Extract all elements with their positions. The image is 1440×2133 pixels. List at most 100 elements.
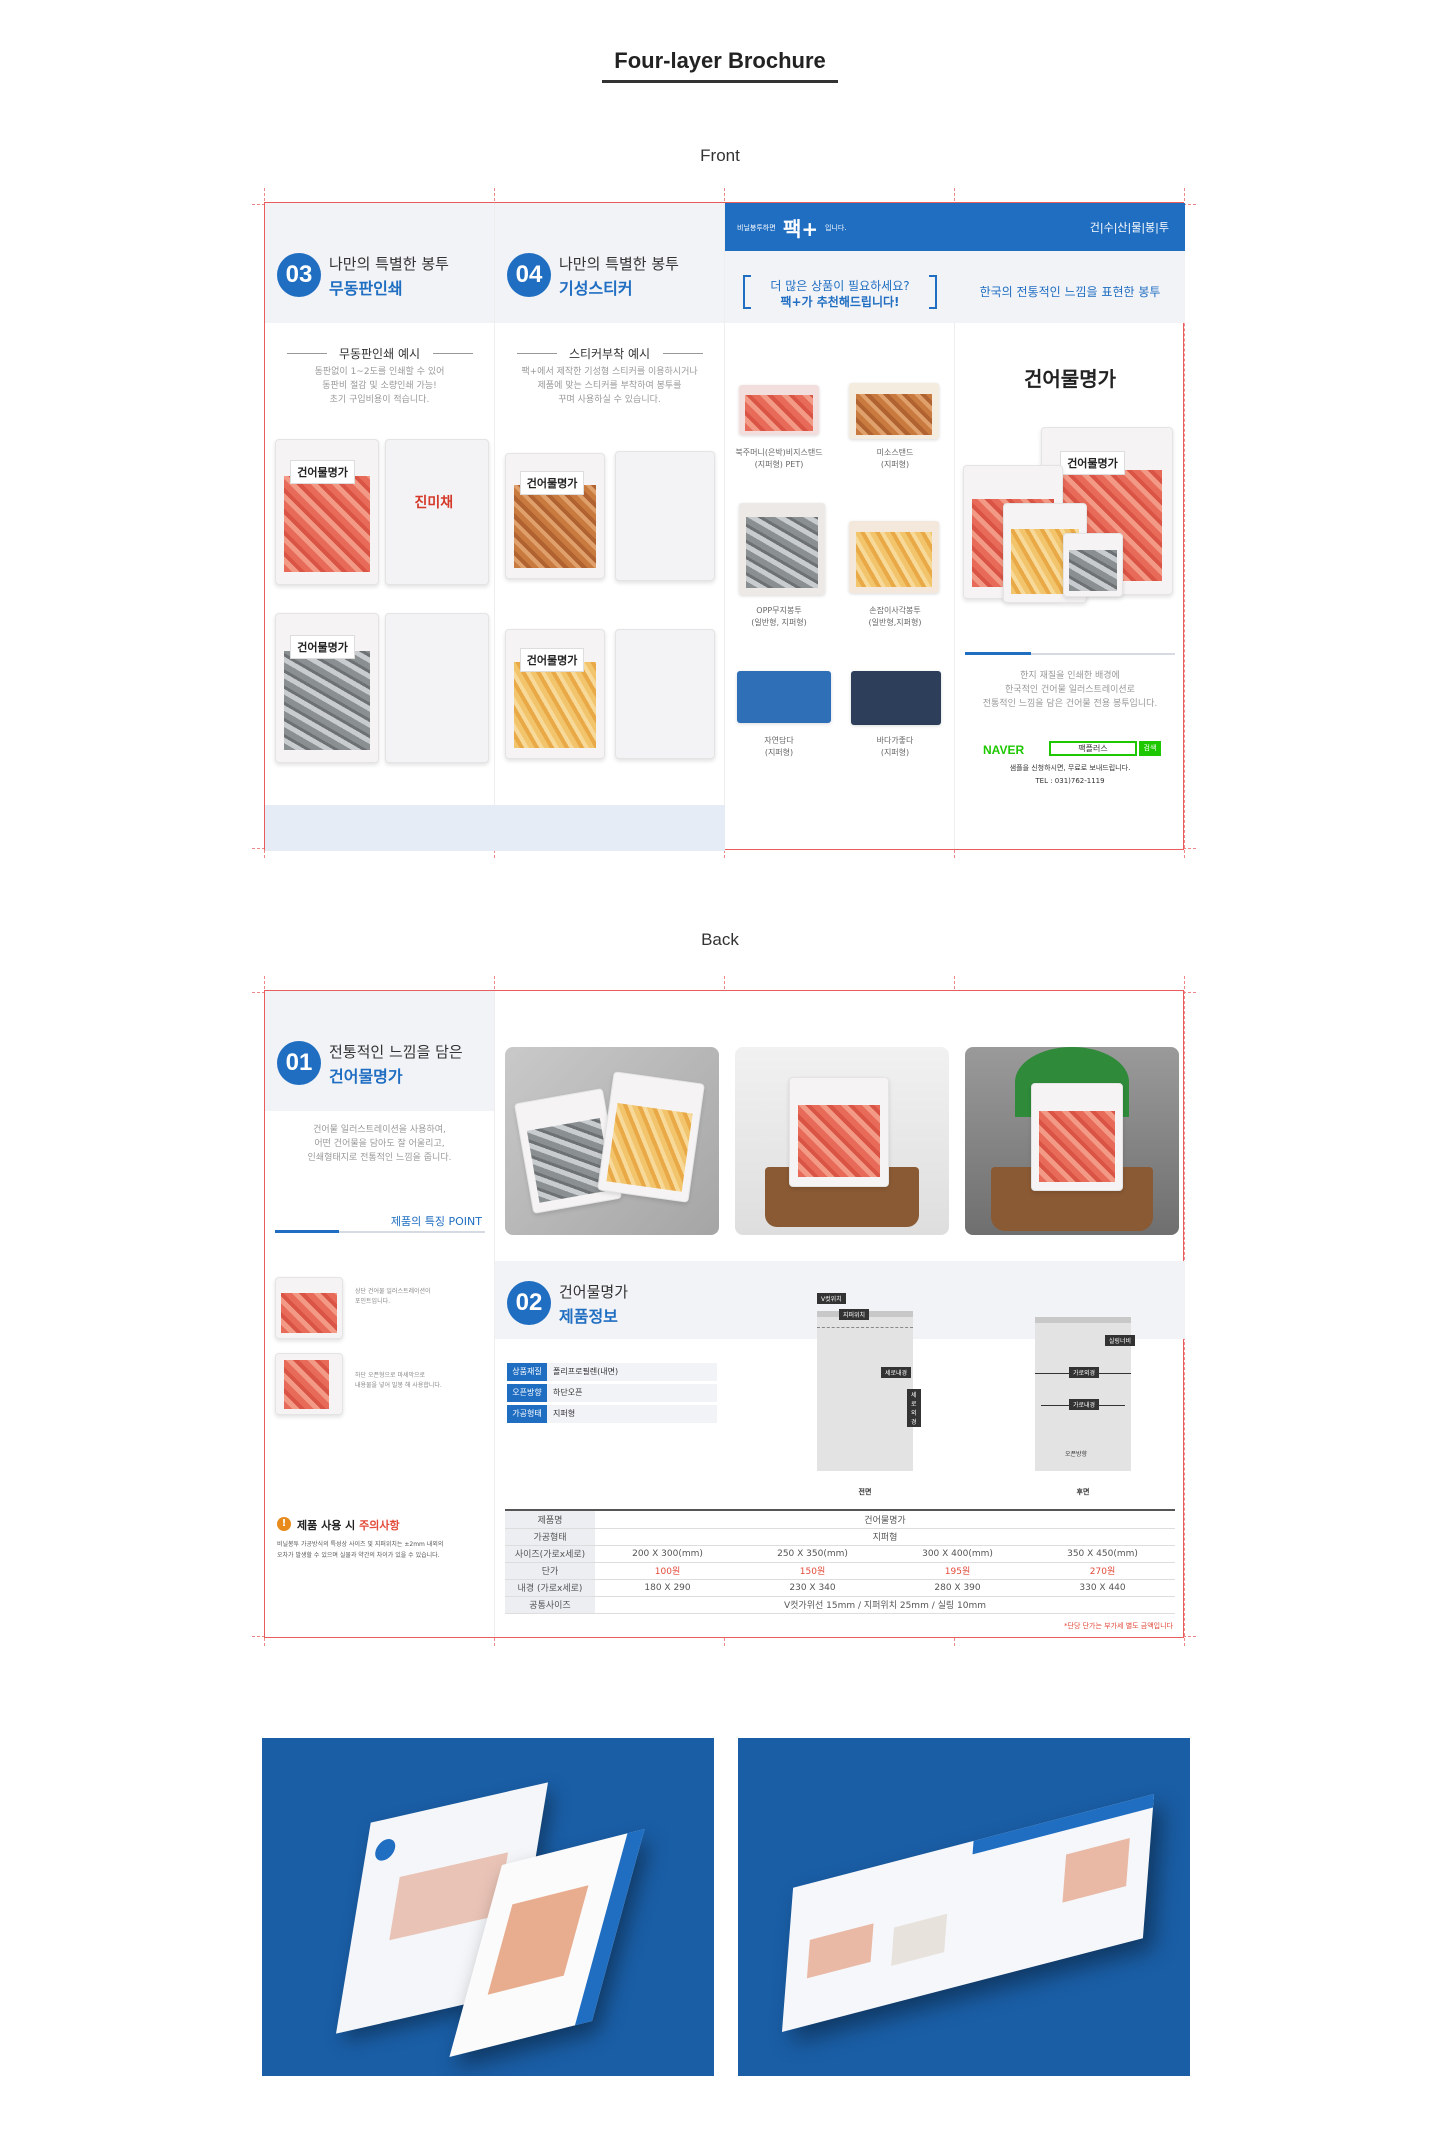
table-cell: 건어물명가 bbox=[595, 1511, 1175, 1529]
table-cell: 330 X 440 bbox=[1030, 1579, 1175, 1597]
zipper-line bbox=[817, 1327, 913, 1328]
panel-subheading: 제품정보 bbox=[559, 1307, 618, 1326]
point-image bbox=[275, 1353, 343, 1415]
description-line: 꾸며 사용하실 수 있습니다. bbox=[558, 395, 661, 405]
product-thumbnail bbox=[739, 385, 819, 435]
spec-list: 상품재질 폴리프로필렌(내면) 오픈방향 하단오픈 가공형태 지퍼형 bbox=[507, 1363, 717, 1423]
bag-diagram-back: 실링너비 가로외경 가로내경 오픈방향 bbox=[1035, 1317, 1135, 1471]
product-name: 미소스탠드 bbox=[876, 448, 914, 457]
product-caption: 손잡이사각봉투 (일반형,지퍼형) bbox=[845, 605, 945, 629]
product-bag-image: 진미채 bbox=[385, 439, 489, 585]
product-type: (지퍼형) bbox=[880, 460, 910, 469]
description-line: 동판비 절감 및 소량인쇄 가능! bbox=[322, 381, 437, 391]
product-name: 북주머니(은박)비지스탠드 bbox=[735, 448, 823, 457]
product-caption: 미소스탠드 (지퍼형) bbox=[845, 447, 945, 471]
brand-bar: 건|수|산|물|봉|투 bbox=[955, 203, 1185, 251]
spec-label: 가공형태 bbox=[507, 1405, 547, 1423]
table-header-cell: 공통사이즈 bbox=[505, 1596, 595, 1614]
front-panel-2: 04 나만의 특별한 봉투 기성스티커 스티커부착 예시 팩+에서 제작한 기성… bbox=[495, 203, 725, 851]
notice-text: 비닐봉투 가공방식의 특성상 사이즈 및 지퍼위치는 ±2mm 내외의 오차가 … bbox=[277, 1539, 443, 1561]
description: 동판없이 1~2도를 인쇄할 수 있어 동판비 절감 및 소량인쇄 가능! 초기… bbox=[265, 365, 494, 407]
product-photo bbox=[735, 1047, 949, 1235]
diagram-tag: 실링너비 bbox=[1104, 1335, 1135, 1346]
price-cell: 100원 bbox=[595, 1562, 740, 1580]
table-cell: 300 X 400(mm) bbox=[885, 1545, 1030, 1563]
search-input[interactable]: 팩플러스 bbox=[1049, 741, 1137, 756]
description-line: 동판없이 1~2도를 인쇄할 수 있어 bbox=[314, 367, 445, 377]
section-subtitle: 스티커부착 예시 bbox=[568, 347, 651, 361]
panel-subheading: 건어물명가 bbox=[329, 1067, 403, 1086]
table-footnote: *단당 단가는 부가세 별도 금액입니다 bbox=[1064, 1622, 1173, 1630]
point-line: 내용물을 넣어 밀봉 해 사용합니다. bbox=[355, 1382, 442, 1389]
product-image-mark bbox=[1062, 1838, 1130, 1903]
product-caption: 북주머니(은박)비지스탠드 (지퍼형) PET) bbox=[729, 447, 829, 471]
table-cell: 280 X 390 bbox=[885, 1579, 1030, 1597]
panel-footer-band bbox=[495, 805, 725, 851]
table-row: 공통사이즈 V컷가위선 15mm / 지퍼위치 25mm / 실링 10mm bbox=[505, 1596, 1175, 1614]
bag-label: 건어물명가 bbox=[290, 460, 355, 485]
description: 한지 재질을 인쇄한 배경에 한국적인 건어물 일러스트레이션로 전통적인 느낌… bbox=[955, 669, 1185, 711]
page-title: Four-layer Brochure bbox=[614, 48, 826, 73]
product-image-mark bbox=[806, 1923, 874, 1979]
search-button[interactable]: 검색 bbox=[1139, 741, 1161, 756]
table-cell: 350 X 450(mm) bbox=[1030, 1545, 1175, 1563]
description-line: 팩+에서 제작한 기성형 스티커를 이용하시거나 bbox=[521, 367, 698, 377]
product-type: (지퍼형) bbox=[764, 748, 794, 757]
diagram-tag: 오픈방향 bbox=[1065, 1451, 1088, 1458]
bag-diagram-front: V컷위치 지퍼위치 세로내경 세로외경 bbox=[817, 1293, 921, 1471]
recommend-question: 더 많은 상품이 필요하세요? bbox=[770, 279, 910, 293]
bar-category: 건|수|산|물|봉|투 bbox=[1089, 221, 1169, 234]
mockup-photo-open bbox=[738, 1738, 1190, 2076]
panel-headline: 한국의 전통적인 느낌을 표현한 봉투 bbox=[979, 285, 1161, 299]
product-thumbnail bbox=[737, 671, 831, 723]
price-cell: 195원 bbox=[885, 1562, 1030, 1580]
product-name: 자연담다 bbox=[764, 736, 794, 745]
table-row: 내경 (가로x세로) 180 X 290 230 X 340 280 X 390… bbox=[505, 1579, 1175, 1597]
point-line: 하단 오픈형으로 마세막으로 bbox=[355, 1372, 426, 1379]
product-photo bbox=[505, 1047, 719, 1235]
panel-subheading: 무동판인쇄 bbox=[329, 279, 403, 298]
notice-line: 비닐봉투 가공방식의 특성상 사이즈 및 지퍼위치는 ±2mm 내외의 bbox=[277, 1541, 444, 1548]
back-label: Back bbox=[701, 930, 739, 949]
table-row: 단가 100원 150원 195원 270원 bbox=[505, 1562, 1175, 1580]
product-thumbnail bbox=[849, 383, 939, 439]
front-sheet: 03 나만의 특별한 봉투 무동판인쇄 무동판인쇄 예시 동판없이 1~2도를 … bbox=[264, 202, 1185, 851]
diagram-tag: 지퍼위치 bbox=[839, 1309, 870, 1320]
product-name: 건어물명가 bbox=[1024, 367, 1116, 391]
brand-tagline: 비닐봉투하면 bbox=[737, 224, 776, 232]
diagram-tag: 세로내경 bbox=[881, 1367, 912, 1378]
product-bag-image bbox=[597, 1071, 705, 1203]
product-bag-image: 건어물명가 bbox=[505, 453, 605, 579]
table-row: 제품명 건어물명가 bbox=[505, 1511, 1175, 1529]
brand-bar-mark bbox=[574, 1828, 645, 2026]
spec-row: 상품재질 폴리프로필렌(내면) bbox=[507, 1363, 717, 1381]
product-name: 손잡이사각봉투 bbox=[869, 606, 921, 615]
product-thumbnail bbox=[851, 671, 941, 725]
bag-label: 건어물명가 bbox=[1060, 451, 1125, 476]
point-line: 포인트입니다. bbox=[355, 1298, 391, 1305]
description-line: 초기 구입비용이 적습니다. bbox=[329, 395, 430, 405]
spec-row: 가공형태 지퍼형 bbox=[507, 1405, 717, 1423]
product-caption: 바다가좋다 (지퍼형) bbox=[845, 735, 945, 759]
back-sheet: 01 전통적인 느낌을 담은 건어물명가 건어물 일러스트레이션을 사용하여, … bbox=[264, 990, 1185, 1638]
spec-label: 오픈방향 bbox=[507, 1384, 547, 1402]
panel-heading: 전통적인 느낌을 담은 bbox=[329, 1043, 463, 1061]
price-cell: 150원 bbox=[740, 1562, 885, 1580]
product-bag-image bbox=[1063, 533, 1123, 597]
product-thumbnail bbox=[739, 503, 825, 595]
point-line: 상단 건어물 일러스트레이션이 bbox=[355, 1288, 431, 1295]
table-cell: V컷가위선 15mm / 지퍼위치 25mm / 실링 10mm bbox=[595, 1596, 1175, 1614]
point-text: 상단 건어물 일러스트레이션이 포인트입니다. bbox=[355, 1287, 431, 1307]
progress-fill bbox=[275, 1230, 339, 1233]
table-header-cell: 단가 bbox=[505, 1562, 595, 1580]
bag-label: 건어물명가 bbox=[290, 634, 355, 659]
panel-subheading: 기성스티커 bbox=[559, 279, 633, 298]
front-panel-3: 비닐봉투하면 팩+ 입니다. 더 많은 상품이 필요하세요? 팩+가 추천해드립… bbox=[725, 203, 955, 849]
diagram-tag: V컷위치 bbox=[817, 1293, 846, 1304]
brand-logo: 팩+ bbox=[783, 217, 819, 241]
product-bag-image: 건어물명가 bbox=[505, 629, 605, 759]
step-number-badge: 02 bbox=[507, 1281, 551, 1325]
product-bag-image bbox=[1031, 1083, 1123, 1191]
table-cell: 200 X 300(mm) bbox=[595, 1545, 740, 1563]
diagram-caption: 전면 bbox=[858, 1488, 872, 1496]
